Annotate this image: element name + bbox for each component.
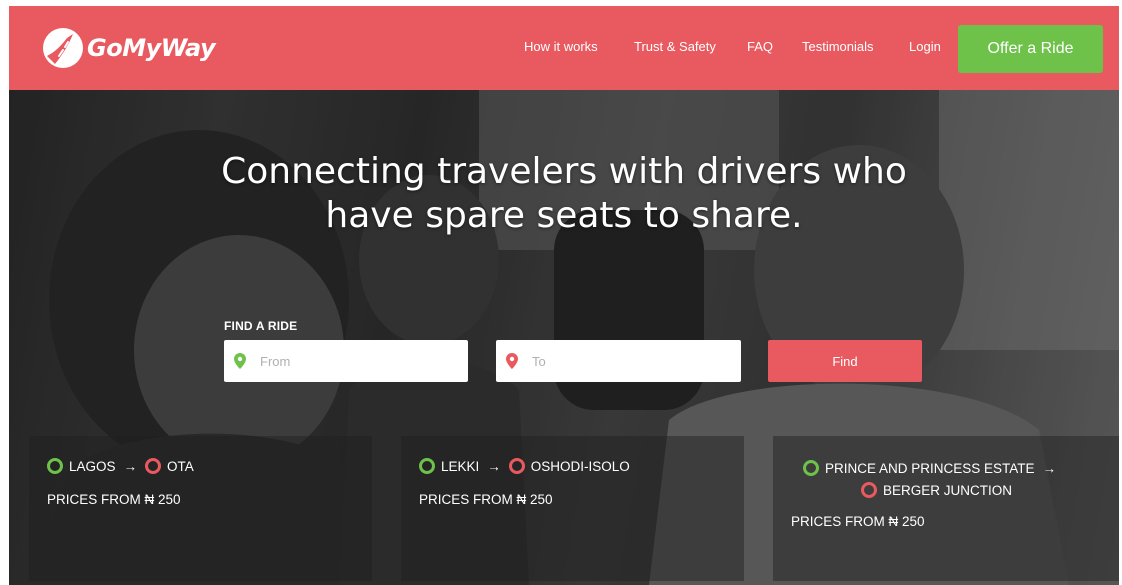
route-line: PRINCE AND PRINCESS ESTATE →	[803, 460, 1064, 476]
nav-links: How it works Trust & Safety FAQ Testimon…	[9, 39, 1119, 59]
origin-ring-icon	[803, 460, 819, 476]
route-destination: OTA	[167, 458, 194, 474]
nav-faq[interactable]: FAQ	[747, 39, 773, 54]
route-card[interactable]: PRINCE AND PRINCESS ESTATE → BERGER JUNC…	[773, 436, 1119, 581]
from-input[interactable]	[260, 353, 440, 369]
route-origin: LEKKI	[441, 458, 480, 474]
from-field[interactable]	[224, 340, 468, 382]
nav-login[interactable]: Login	[909, 39, 941, 54]
route-line: LAGOS → OTA	[47, 458, 194, 474]
hero-section: Connecting travelers with drivers who ha…	[9, 90, 1119, 585]
route-line-destination: BERGER JUNCTION	[861, 482, 1012, 498]
to-field[interactable]	[496, 340, 741, 382]
map-pin-icon	[506, 353, 518, 369]
arrow-right-icon: →	[1042, 460, 1057, 476]
origin-ring-icon	[419, 458, 435, 474]
destination-ring-icon	[508, 458, 525, 474]
arrow-right-icon: →	[123, 458, 138, 474]
map-pin-icon	[234, 353, 246, 369]
offer-a-ride-button[interactable]: Offer a Ride	[958, 25, 1103, 73]
route-card[interactable]: LAGOS → OTA PRICES FROM ₦ 250	[29, 436, 372, 581]
route-price: PRICES FROM ₦ 250	[419, 492, 553, 507]
route-card[interactable]: LEKKI → OSHODI-ISOLO PRICES FROM ₦ 250	[401, 436, 744, 581]
find-a-ride-label: FIND A RIDE	[224, 319, 298, 333]
destination-ring-icon	[145, 458, 162, 474]
route-origin: PRINCE AND PRINCESS ESTATE	[825, 460, 1035, 476]
find-button[interactable]: Find	[768, 340, 922, 382]
nav-trust-safety[interactable]: Trust & Safety	[634, 39, 716, 54]
page: GoMyWay How it works Trust & Safety FAQ …	[9, 6, 1119, 585]
hero-headline: Connecting travelers with drivers who ha…	[9, 150, 1119, 238]
to-input[interactable]	[532, 353, 712, 369]
hero-headline-line-1: Connecting travelers with drivers who	[221, 151, 907, 192]
top-nav: GoMyWay How it works Trust & Safety FAQ …	[9, 6, 1119, 90]
route-price: PRICES FROM ₦ 250	[791, 514, 925, 529]
nav-testimonials[interactable]: Testimonials	[802, 39, 874, 54]
route-origin: LAGOS	[69, 458, 116, 474]
route-line: LEKKI → OSHODI-ISOLO	[419, 458, 630, 474]
origin-ring-icon	[47, 458, 63, 474]
nav-how-it-works[interactable]: How it works	[524, 39, 598, 54]
arrow-right-icon: →	[487, 458, 501, 474]
route-destination: BERGER JUNCTION	[883, 482, 1013, 498]
destination-ring-icon	[861, 482, 877, 498]
route-destination: OSHODI-ISOLO	[530, 458, 630, 474]
hero-headline-line-2: have spare seats to share.	[325, 195, 803, 236]
route-price: PRICES FROM ₦ 250	[47, 492, 181, 507]
